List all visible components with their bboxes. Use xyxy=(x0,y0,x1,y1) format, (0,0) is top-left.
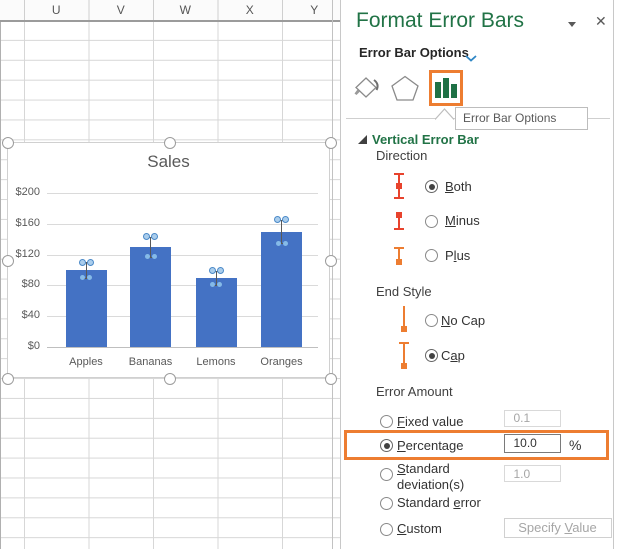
error-bar-handle[interactable] xyxy=(78,258,86,266)
column-header-V[interactable]: V xyxy=(89,0,154,20)
error-bar[interactable] xyxy=(150,236,151,257)
fill-line-tab[interactable] xyxy=(351,73,381,108)
gridline xyxy=(47,223,318,225)
error-amount-label: Error Amount xyxy=(376,384,453,399)
radio-label-end-style-no-cap[interactable]: No Cap xyxy=(441,313,485,328)
error-bar[interactable] xyxy=(281,219,282,244)
selection-handle[interactable] xyxy=(325,137,337,149)
error-bar-handle[interactable] xyxy=(274,216,281,224)
error-bar-both-icon xyxy=(391,172,407,205)
input-standard-deviation-s-[interactable]: 1.0 xyxy=(503,465,561,482)
category-label: Bananas xyxy=(128,356,173,368)
close-icon[interactable]: ✕ xyxy=(595,13,607,30)
percent-sign: % xyxy=(569,437,582,453)
pane-title: Format Error Bars xyxy=(356,9,525,32)
selection-handle[interactable] xyxy=(325,373,337,385)
excel-window: UVWXY Sales $0 $40 $80 $120 $160 $200 Apples Ba… xyxy=(0,0,619,549)
bar-oranges[interactable] xyxy=(261,231,302,347)
radio-label-direction-minus[interactable]: Minus xyxy=(445,213,480,228)
error-bar-plus-icon xyxy=(391,246,407,271)
options-dropdown-label[interactable]: Error Bar Options xyxy=(359,45,469,60)
bar-bananas[interactable] xyxy=(130,246,171,347)
column-header-U[interactable]: U xyxy=(24,0,89,20)
radio-end-style-cap[interactable] xyxy=(425,349,438,362)
category-label: Lemons xyxy=(196,356,236,368)
y-tick-label: $80 xyxy=(21,278,40,291)
section-vertical-error-bar[interactable]: Vertical Error Bar xyxy=(372,132,479,147)
radio-error-amount-standard-deviation-s-[interactable] xyxy=(380,468,393,481)
radio-end-style-no-cap[interactable] xyxy=(425,314,438,327)
radio-error-amount-percentage[interactable] xyxy=(380,439,393,452)
input-percentage[interactable]: 10.0 xyxy=(503,433,561,453)
paint-bucket-icon xyxy=(354,77,379,98)
error-bar-handle-dot[interactable] xyxy=(282,240,288,246)
y-tick-label: $0 xyxy=(27,340,40,352)
selection-handle[interactable] xyxy=(2,373,14,385)
y-tick-label: $200 xyxy=(15,186,40,198)
radio-label-end-style-cap[interactable]: Cap xyxy=(441,348,465,363)
error-bar-handle[interactable] xyxy=(282,216,289,224)
y-tick-label: $40 xyxy=(21,309,40,322)
end-style-label: End Style xyxy=(376,284,432,299)
radio-error-amount-standard-error[interactable] xyxy=(380,496,393,510)
bar-apples[interactable] xyxy=(65,270,107,347)
chevron-down-icon[interactable] xyxy=(465,49,477,67)
radio-direction-plus[interactable] xyxy=(425,249,438,262)
tooltip-notch xyxy=(434,107,455,125)
format-error-bars-pane: Format Error Bars ✕ Error Bar Options Er… xyxy=(340,0,619,549)
gridline xyxy=(47,193,318,194)
error-bar-handle-dot[interactable] xyxy=(151,254,157,260)
column-header-Y[interactable]: Y xyxy=(282,0,347,20)
active-tab-highlight xyxy=(429,70,463,106)
scrollbar-track-edge[interactable] xyxy=(613,0,614,549)
tooltip: Error Bar Options xyxy=(455,107,588,130)
column-header-W[interactable]: W xyxy=(153,0,218,20)
gridline xyxy=(47,347,318,348)
bar-lemons[interactable] xyxy=(195,277,237,347)
radio-label-error-amount-standard-error[interactable]: Standard error xyxy=(397,495,481,510)
radio-label-direction-plus[interactable]: Plus xyxy=(445,248,470,263)
chart[interactable]: Sales $0 $40 $80 $120 $160 $200 Apples Bananas L… xyxy=(2,137,337,385)
y-tick-label: $160 xyxy=(15,216,40,229)
pentagon-icon xyxy=(391,75,419,101)
selection-handle[interactable] xyxy=(325,255,337,267)
direction-label: Direction xyxy=(376,148,428,163)
error-bar-handle[interactable] xyxy=(143,233,150,241)
error-bar-minus-icon xyxy=(391,211,407,236)
radio-direction-minus[interactable] xyxy=(425,214,438,228)
error-bar-handle[interactable] xyxy=(208,267,216,275)
collapse-triangle-icon[interactable] xyxy=(358,135,367,144)
radio-direction-both[interactable] xyxy=(425,180,438,193)
error-bar-handle[interactable] xyxy=(86,258,94,266)
error-bar-handle[interactable] xyxy=(216,267,224,275)
column-header-X[interactable]: X xyxy=(218,0,283,20)
no-cap-icon xyxy=(396,306,412,338)
sheet-edge-line xyxy=(332,0,333,549)
selection-handle[interactable] xyxy=(2,255,14,267)
cap-icon xyxy=(396,341,412,375)
selection-handle[interactable] xyxy=(2,137,14,149)
radio-label-error-amount-standard-deviation-s-[interactable]: Standard deviation(s) xyxy=(397,461,489,492)
radio-label-error-amount-fixed-value[interactable]: Fixed value xyxy=(397,414,464,429)
column-headers: UVWXY xyxy=(0,0,340,22)
radio-label-direction-both[interactable]: Both xyxy=(445,179,472,194)
category-label: Apples xyxy=(69,356,103,368)
radio-error-amount-custom[interactable] xyxy=(380,522,393,536)
radio-label-error-amount-custom[interactable]: Custom xyxy=(397,521,442,536)
radio-label-error-amount-percentage[interactable]: Percentage xyxy=(397,438,464,453)
error-bar-handle-dot[interactable] xyxy=(275,240,281,246)
error-bar-handle-dot[interactable] xyxy=(144,254,150,260)
effects-tab[interactable] xyxy=(389,73,421,108)
chart-title[interactable]: Sales xyxy=(8,152,329,172)
pane-menu-caret-icon[interactable] xyxy=(568,22,576,27)
specify-value-button[interactable]: Specify Value xyxy=(503,518,612,538)
selection-handle[interactable] xyxy=(163,373,176,385)
selection-handle[interactable] xyxy=(163,137,176,149)
radio-error-amount-fixed-value[interactable] xyxy=(380,415,393,428)
error-bar-handle[interactable] xyxy=(151,233,158,241)
input-fixed-value[interactable]: 0.1 xyxy=(503,409,561,427)
category-label: Oranges xyxy=(260,356,303,368)
